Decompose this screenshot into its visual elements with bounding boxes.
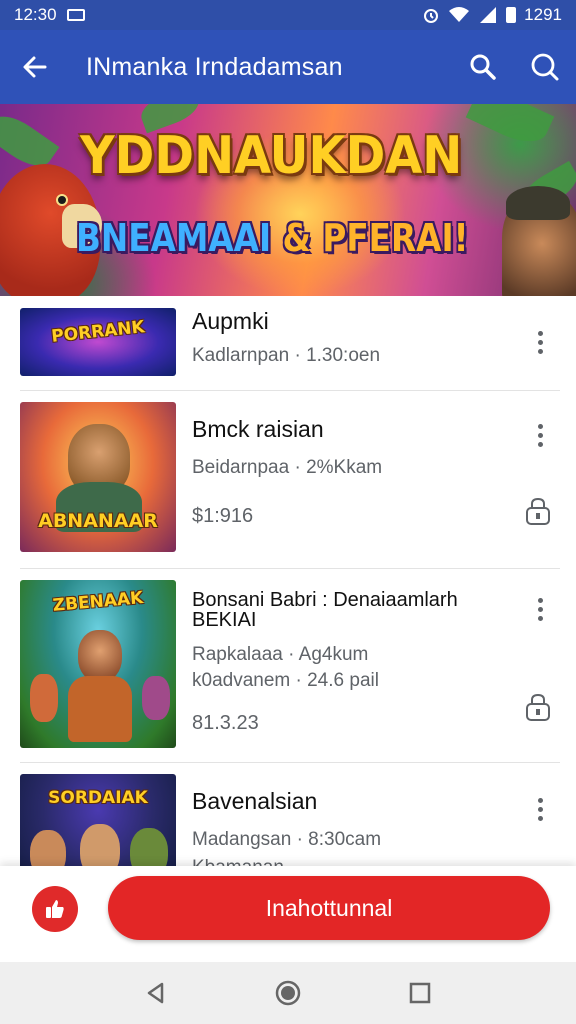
search-icon [470, 54, 496, 80]
lock-icon[interactable] [524, 496, 552, 526]
item-price: 81.3.23 [192, 712, 259, 734]
like-button[interactable] [32, 886, 78, 932]
thumbs-up-icon [46, 900, 64, 918]
game-thumbnail: SORDAIAK [20, 774, 176, 866]
game-thumbnail: ABNANAAR [20, 402, 176, 552]
hero-title: YDDNAUKDAN [80, 126, 463, 186]
notification-icon [66, 9, 85, 21]
more-options-button[interactable] [526, 594, 554, 624]
item-title: Bmck raisian [192, 416, 324, 442]
item-title: Bavenalsian [192, 788, 318, 814]
list-item[interactable]: ZBENAAK Bonsani Babri : Denaiaamlarh BEK… [20, 580, 560, 754]
triangle-back-icon [147, 982, 164, 1004]
search-icon [531, 53, 559, 81]
square-recents-icon [409, 982, 431, 1004]
back-button[interactable] [0, 30, 70, 104]
game-thumbnail: PORRANK [20, 308, 176, 376]
arrow-left-icon [23, 56, 47, 78]
nav-home-button[interactable] [268, 973, 308, 1013]
lock-icon[interactable] [524, 692, 552, 722]
game-thumbnail: ZBENAAK [20, 580, 176, 748]
circle-home-icon [275, 980, 301, 1006]
battery-icon [506, 7, 517, 23]
item-meta: Rapkalaaa · Ag4kum [192, 644, 369, 665]
item-title-line2: BEKIAI [192, 610, 257, 630]
list-item[interactable]: ABNANAAR Bmck raisian Beidarnpaa · 2%Kka… [20, 402, 560, 562]
wifi-icon [449, 7, 470, 22]
more-options-button[interactable] [526, 327, 554, 357]
alarm-icon [424, 9, 439, 23]
status-time: 12:30 [14, 5, 57, 24]
item-meta: Madangsan · 8:30cam [192, 829, 382, 850]
item-meta-secondary: Kbamanan [192, 857, 510, 866]
status-bar: 12:30 1291 [0, 0, 576, 30]
more-options-button[interactable] [526, 794, 554, 824]
system-nav-bar [0, 962, 576, 1024]
signal-icon [480, 7, 497, 23]
item-meta: Beidarnpaa · 2%Kkam [192, 457, 383, 478]
status-right-time: 1291 [524, 5, 562, 24]
nav-recents-button[interactable] [400, 973, 440, 1013]
hero-subtitle: BNEAMAAI & PFERAI! [76, 216, 469, 260]
item-title: Bonsani Babri : Denaiaamlarh [192, 590, 458, 610]
search-button[interactable] [452, 30, 514, 104]
more-options-button[interactable] [526, 420, 554, 450]
app-bar: INmanka Irndadamsan [0, 30, 576, 104]
search-alt-button[interactable] [514, 30, 576, 104]
item-meta: Kadlarnpan · 1.30:oen [192, 345, 381, 366]
hero-banner[interactable]: YDDNAUKDAN BNEAMAAI & PFERAI! [0, 104, 576, 296]
page-title: INmanka Irndadamsan [86, 52, 343, 81]
item-meta-secondary: k0advanem · 24.6 pail [192, 670, 379, 691]
list-item[interactable]: SORDAIAK Bavenalsian Madangsan · 8:30cam… [20, 774, 560, 866]
bottom-action-bar: Inahottunnal [0, 866, 576, 962]
content-list[interactable]: PORRANK Aupmki Kadlarnpan · 1.30:oen ABN… [0, 296, 576, 866]
nav-back-button[interactable] [136, 973, 176, 1013]
item-price: $1:916 [192, 505, 254, 527]
install-button[interactable]: Inahottunnal [108, 876, 550, 940]
item-title: Aupmki [192, 308, 269, 334]
list-item[interactable]: PORRANK Aupmki Kadlarnpan · 1.30:oen [20, 296, 560, 390]
